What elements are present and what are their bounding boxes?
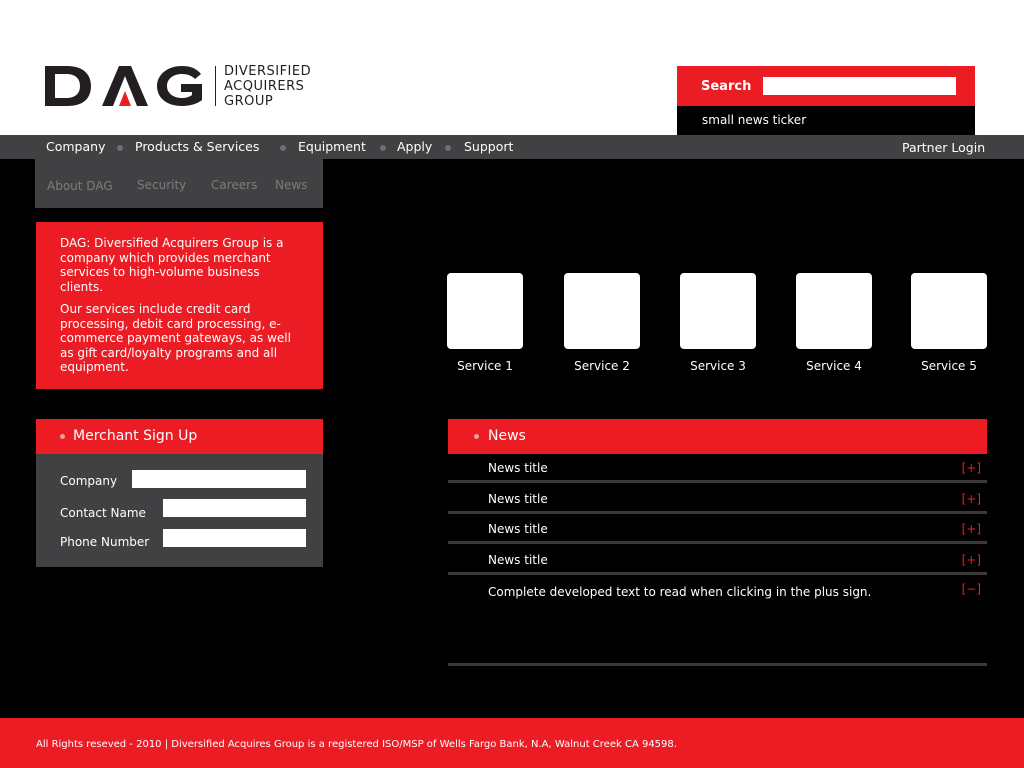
service-image[interactable] [447, 273, 523, 349]
nav-separator-dot [280, 145, 286, 151]
news-item: News title [+] [448, 516, 987, 544]
nav-separator-dot [117, 145, 123, 151]
news-item-title[interactable]: News title [488, 553, 548, 567]
logo-divider [215, 66, 216, 106]
intro-paragraph: Our services include credit card process… [60, 302, 291, 374]
news-item-body: Complete developed text to read when cli… [488, 585, 872, 599]
collapse-icon[interactable]: [−] [962, 582, 981, 596]
service-label[interactable]: Service 1 [457, 359, 513, 373]
contact-name-field[interactable] [163, 499, 306, 517]
logo-word: ACQUIRERS [224, 78, 305, 94]
service-image[interactable] [796, 273, 872, 349]
search-box: Search [677, 66, 975, 106]
bullet-icon [60, 434, 65, 439]
expand-icon[interactable]: [+] [962, 461, 981, 475]
page-header: DIVERSIFIED ACQUIRERS GROUP Search small… [0, 0, 1024, 135]
main-nav: Company Products & Services Equipment Ap… [0, 135, 1024, 159]
news-item-expanded: Complete developed text to read when cli… [448, 578, 987, 666]
bullet-icon [474, 434, 479, 439]
subnav-item-careers[interactable]: Careers [211, 178, 257, 192]
logo-word: DIVERSIFIED [224, 63, 312, 79]
logo-word: GROUP [224, 93, 274, 109]
merchant-signup-title: Merchant Sign Up [73, 428, 198, 444]
nav-item-products-services[interactable]: Products & Services [135, 135, 259, 159]
news-header: News [448, 419, 987, 454]
merchant-signup-form: Company Contact Name Phone Number [36, 454, 323, 567]
news-item-title[interactable]: News title [488, 522, 548, 536]
service-tile-1[interactable]: Service 1 [447, 273, 523, 373]
search-input[interactable] [763, 77, 956, 95]
search-label: Search [701, 78, 752, 94]
copyright-text: All Rights reseved - 2010 | Diversified … [36, 739, 677, 750]
news-section-title: News [488, 428, 526, 444]
intro-paragraph: DAG: Diversified Acquirers Group is a co… [60, 236, 284, 294]
partner-login-link[interactable]: Partner Login [902, 136, 985, 160]
nav-item-equipment[interactable]: Equipment [298, 135, 366, 159]
news-ticker[interactable]: small news ticker [677, 106, 975, 135]
news-item: News title [+] [448, 455, 987, 483]
subnav-item-about-dag[interactable]: About DAG [47, 179, 113, 193]
service-label[interactable]: Service 2 [574, 359, 630, 373]
company-subnav: About DAG Security Careers News [35, 159, 323, 208]
nav-item-apply[interactable]: Apply [397, 135, 432, 159]
service-image[interactable] [911, 273, 987, 349]
logo-wordmark: DIVERSIFIED ACQUIRERS GROUP [224, 64, 311, 109]
news-item: News title [+] [448, 486, 987, 514]
service-image[interactable] [680, 273, 756, 349]
service-tile-4[interactable]: Service 4 [796, 273, 872, 373]
phone-number-field[interactable] [163, 529, 306, 547]
nav-item-company[interactable]: Company [46, 135, 105, 159]
expand-icon[interactable]: [+] [962, 522, 981, 536]
news-item-title[interactable]: News title [488, 492, 548, 506]
expand-icon[interactable]: [+] [962, 492, 981, 506]
company-field-label: Company [60, 474, 118, 488]
nav-item-support[interactable]: Support [464, 135, 513, 159]
service-tile-2[interactable]: Service 2 [564, 273, 640, 373]
intro-box: DAG: Diversified Acquirers Group is a co… [36, 222, 323, 389]
subnav-item-security[interactable]: Security [137, 178, 186, 192]
expand-icon[interactable]: [+] [962, 553, 981, 567]
service-tile-3[interactable]: Service 3 [680, 273, 756, 373]
nav-separator-dot [445, 145, 451, 151]
service-tile-5[interactable]: Service 5 [911, 273, 987, 373]
contact-name-field-label: Contact Name [60, 506, 146, 520]
service-label[interactable]: Service 5 [921, 359, 977, 373]
service-label[interactable]: Service 3 [690, 359, 746, 373]
company-field[interactable] [132, 470, 306, 488]
service-image[interactable] [564, 273, 640, 349]
dag-logo-mark [45, 64, 205, 108]
news-item: News title [+] [448, 547, 987, 575]
merchant-signup-header: Merchant Sign Up [36, 419, 323, 454]
service-label[interactable]: Service 4 [806, 359, 862, 373]
subnav-item-news[interactable]: News [275, 178, 307, 192]
nav-separator-dot [380, 145, 386, 151]
dag-logo[interactable]: DIVERSIFIED ACQUIRERS GROUP [45, 64, 311, 109]
page-footer: All Rights reseved - 2010 | Diversified … [0, 718, 1024, 768]
phone-number-field-label: Phone Number [60, 535, 150, 549]
dag-logo-glyphs [45, 66, 202, 106]
news-item-title[interactable]: News title [488, 461, 548, 475]
